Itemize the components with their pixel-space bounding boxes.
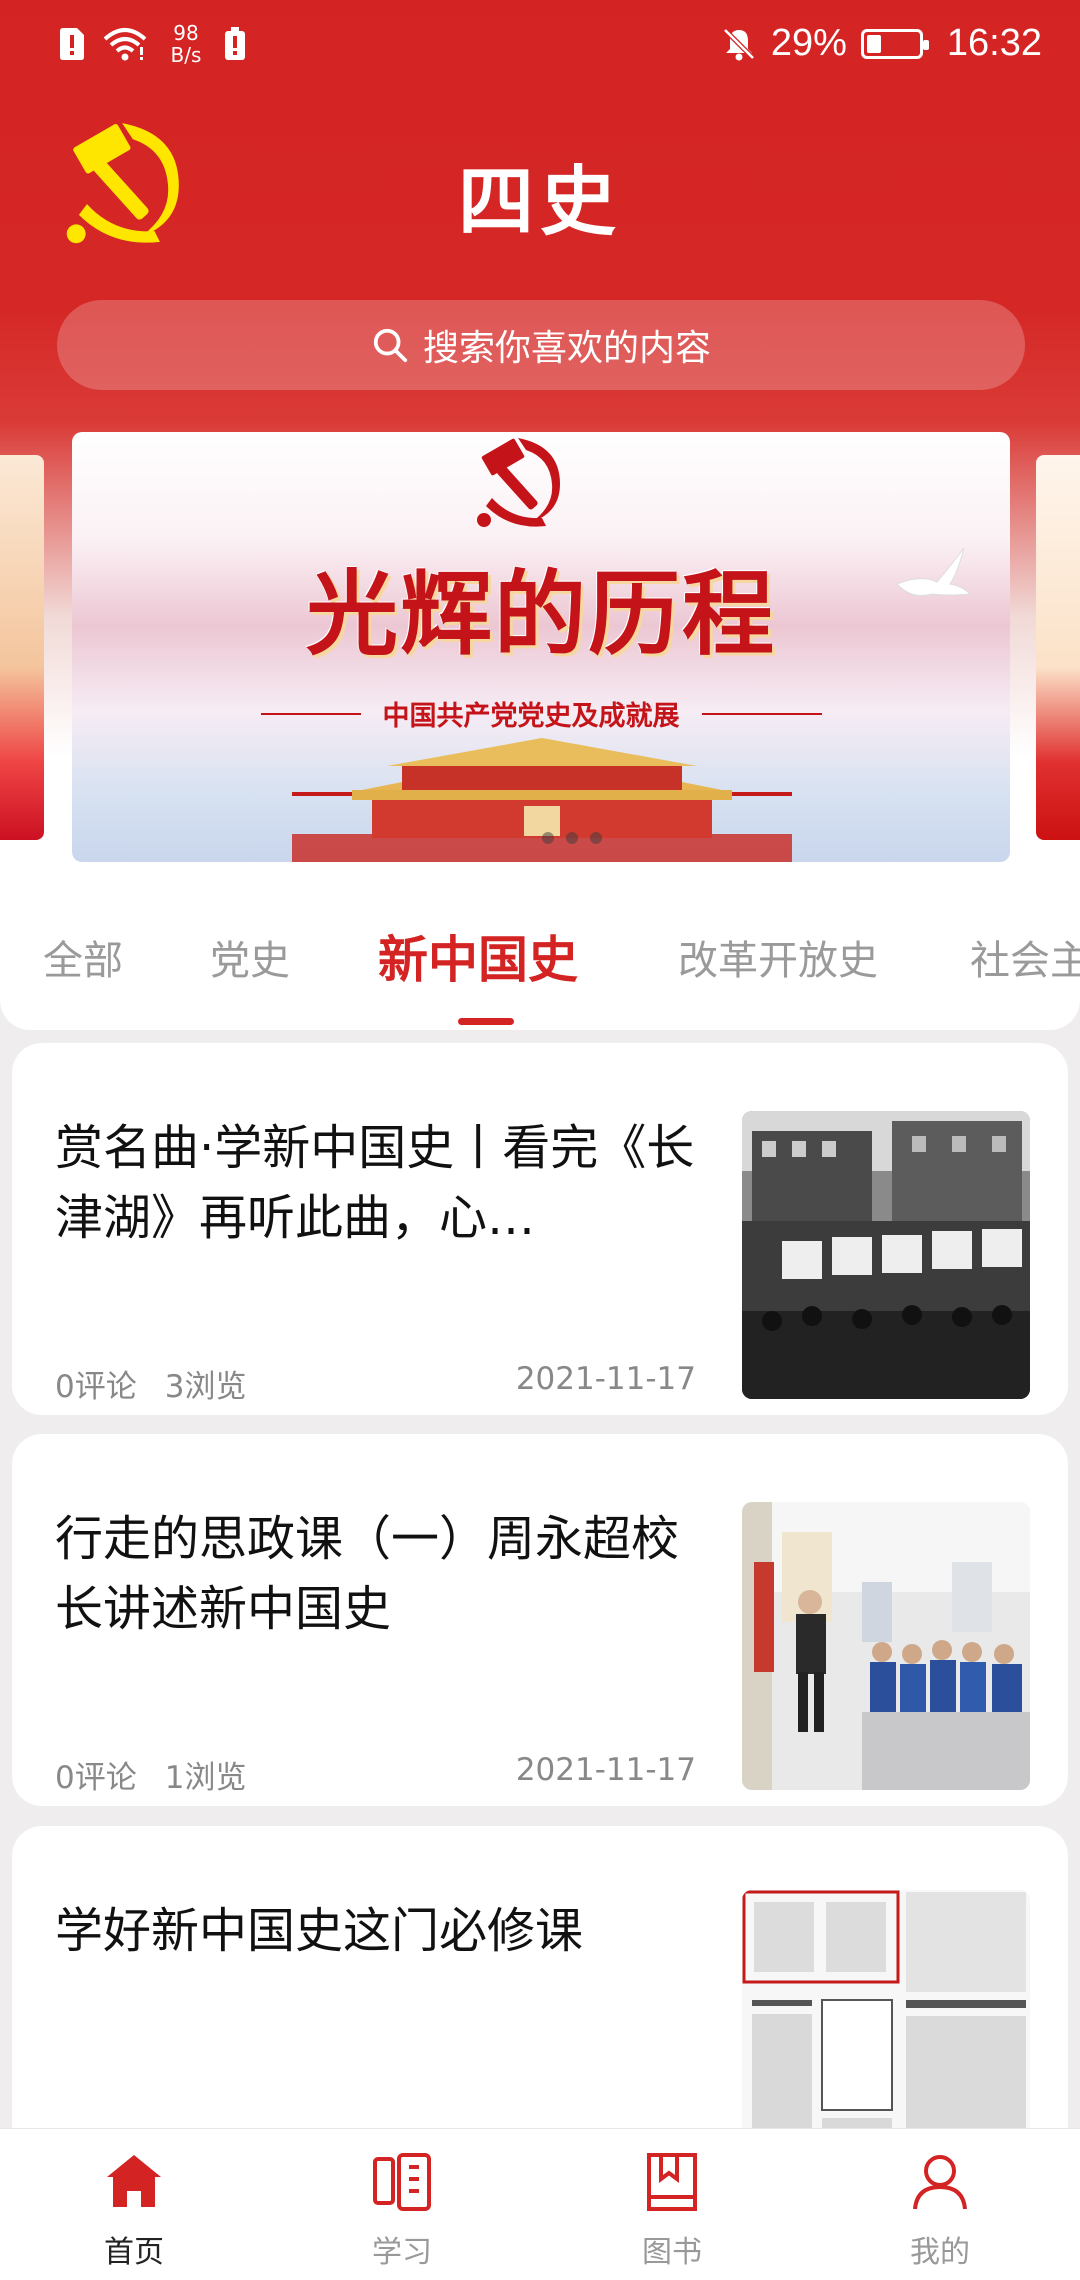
banner-subtitle: 中国共产党党史及成就展	[382, 701, 680, 732]
status-bar: 98 B/s 29% 16:32	[0, 0, 1080, 90]
book-icon	[647, 2153, 697, 2211]
active-tab-indicator	[458, 1018, 514, 1025]
silent-bell-icon	[723, 27, 755, 60]
battery-percent: 29%	[770, 22, 847, 64]
tab-party-history[interactable]: 党史	[210, 928, 290, 986]
banner-subtitle-row: 中国共产党党史及成就展	[72, 694, 1010, 733]
battery-alert-icon	[225, 27, 245, 60]
article-title: 行走的思政课（一）周永超校长讲述新中国史	[55, 1511, 680, 1637]
carousel-prev-slide[interactable]	[0, 455, 44, 840]
tab-socialism-history[interactable]: 社会主	[970, 928, 1080, 986]
nav-home-label: 首页	[104, 2235, 164, 2270]
carousel-dot[interactable]	[590, 832, 602, 844]
nav-profile[interactable]: 我的	[880, 2149, 1000, 2271]
network-speed-unit: B/s	[170, 43, 202, 67]
article-card[interactable]: 行走的思政课（一）周永超校长讲述新中国史 0评论 1浏览 2021-11-17	[12, 1434, 1068, 1806]
sim-alert-icon	[60, 28, 84, 60]
dove-icon	[896, 547, 972, 597]
article-date: 2021-11-17	[515, 1752, 696, 1788]
status-right: 29% 16:32	[721, 22, 1042, 65]
article-card[interactable]: 赏名曲·学新中国史丨看完《长津湖》再听此曲，心… 0评论 3浏览 2021-11…	[12, 1043, 1068, 1415]
nav-study[interactable]: 学习	[342, 2149, 462, 2271]
article-stats: 0评论 1浏览	[55, 1752, 246, 1797]
banner-divider-left	[260, 712, 361, 715]
battery-icon	[860, 28, 929, 59]
nav-home[interactable]: 首页	[74, 2149, 194, 2271]
tab-new-china-history[interactable]: 新中国史	[378, 920, 578, 992]
network-speed-value: 98	[173, 21, 199, 45]
nav-study-label: 学习	[372, 2235, 432, 2270]
article-thumbnail	[742, 1502, 1030, 1790]
search-icon	[373, 328, 408, 363]
carousel-next-slide[interactable]	[1036, 455, 1080, 840]
search-placeholder: 搜索你喜欢的内容	[422, 328, 711, 369]
carousel-dot[interactable]	[566, 832, 578, 844]
banner-slide[interactable]: 光辉的历程 中国共产党党史及成就展	[72, 432, 1010, 862]
status-left: 98 B/s	[58, 22, 246, 66]
article-thumbnail	[742, 1111, 1030, 1399]
nav-books[interactable]: 图书	[612, 2149, 732, 2271]
carousel-dot[interactable]	[542, 832, 554, 844]
view-count: 3浏览	[164, 1369, 247, 1405]
nav-profile-label: 我的	[910, 2235, 970, 2270]
clock: 16:32	[946, 22, 1042, 64]
banner-emblem-icon	[477, 438, 560, 527]
nav-books-label: 图书	[642, 2235, 702, 2270]
study-icon	[373, 2153, 431, 2211]
app-title: 四史	[458, 157, 622, 246]
bottom-navigation: 首页 学习 图书 我的	[0, 2128, 1080, 2280]
profile-icon	[913, 2155, 967, 2210]
banner-title: 光辉的历程	[305, 560, 776, 668]
view-count: 1浏览	[164, 1760, 247, 1796]
article-date: 2021-11-17	[515, 1361, 696, 1397]
article-stats: 0评论 3浏览	[55, 1361, 246, 1406]
comment-count: 0评论	[55, 1760, 137, 1796]
home-icon	[107, 2155, 161, 2207]
article-title: 学好新中国史这门必修课	[55, 1903, 584, 1959]
article-title: 赏名曲·学新中国史丨看完《长津湖》再听此曲，心…	[55, 1120, 695, 1246]
comment-count: 0评论	[55, 1369, 137, 1405]
wifi-icon	[103, 28, 147, 61]
battery-level	[866, 34, 881, 53]
tab-all[interactable]: 全部	[43, 928, 123, 986]
search-bar[interactable]: 搜索你喜欢的内容	[57, 300, 1025, 390]
network-speed: 98 B/s	[164, 22, 208, 66]
category-tabs: 全部 党史 新中国史 改革开放史 社会主	[0, 870, 1080, 1030]
tab-reform-history[interactable]: 改革开放史	[678, 928, 878, 986]
carousel-indicator	[542, 832, 602, 844]
banner-divider-right	[701, 712, 822, 715]
